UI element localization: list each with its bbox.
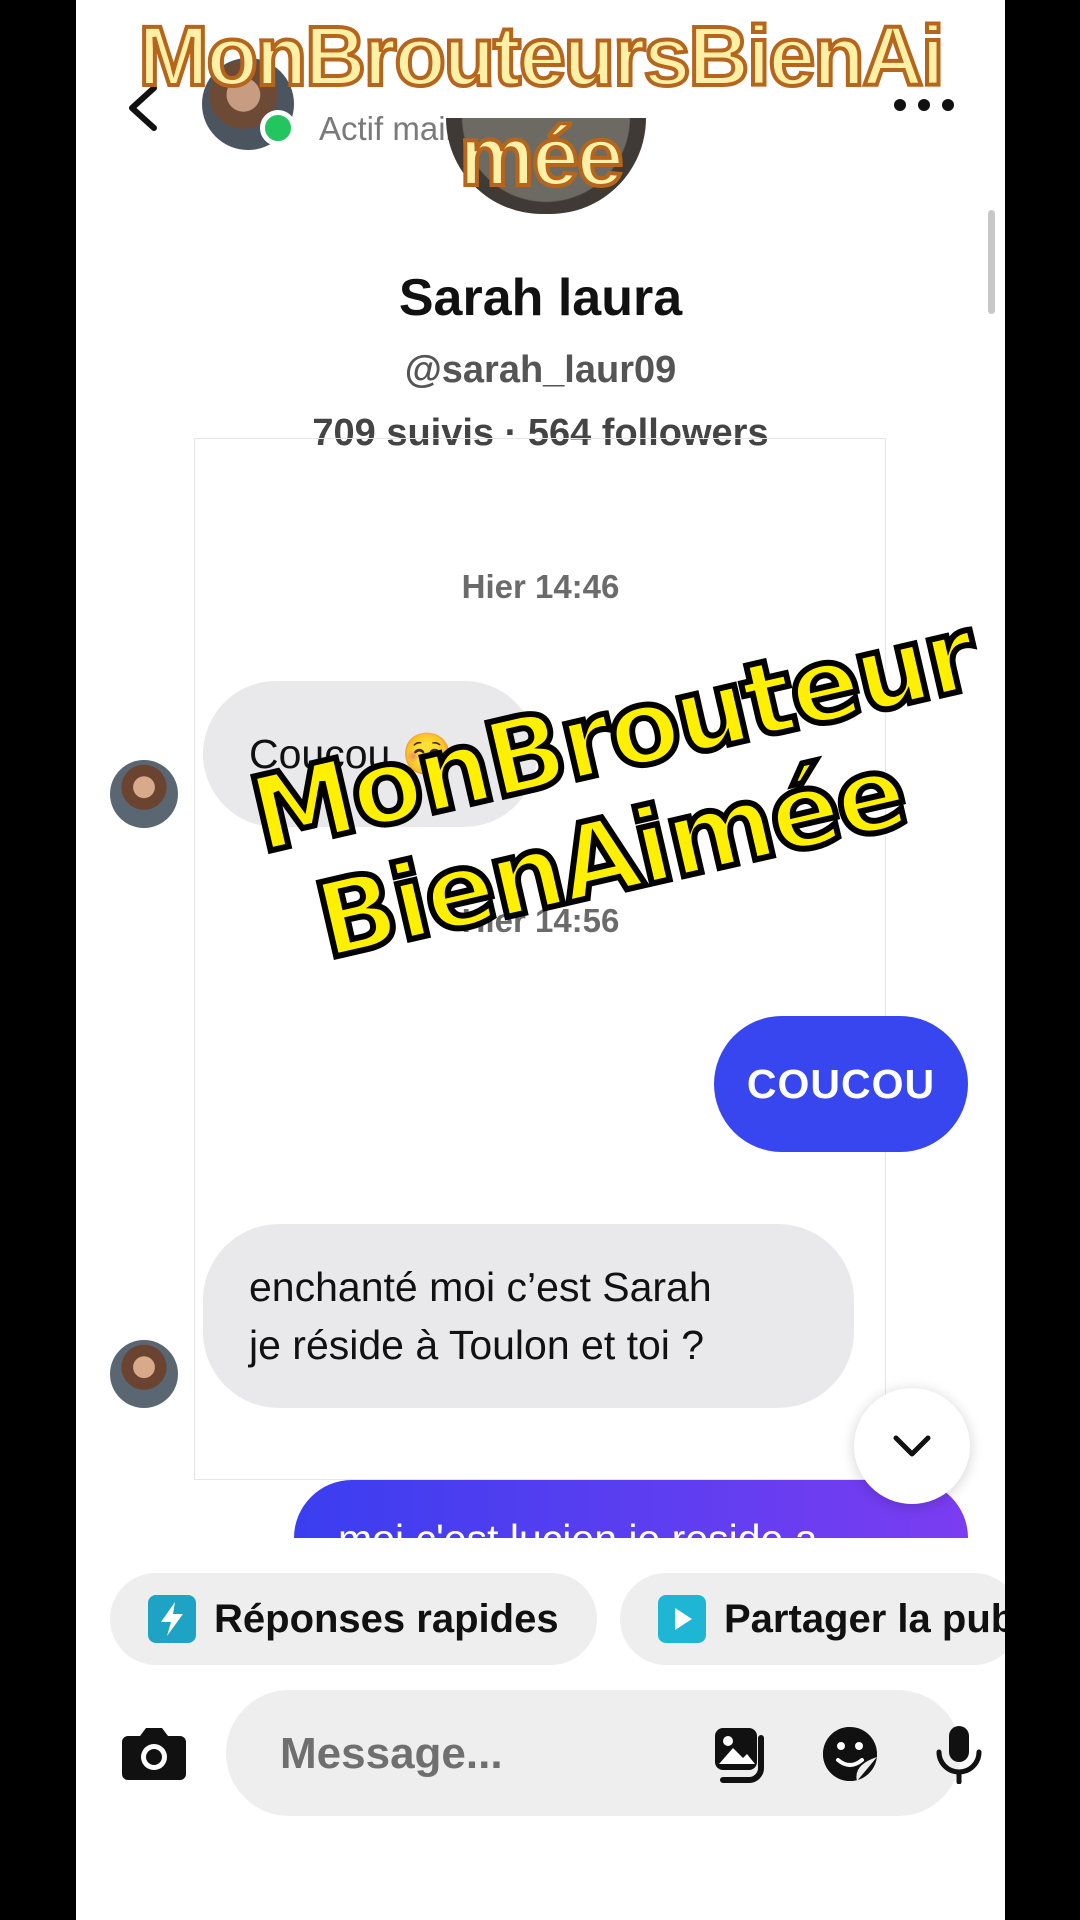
profile-name: Sarah laura	[398, 269, 683, 327]
sender-avatar[interactable]	[110, 1340, 178, 1408]
message-text: moi c'est lucien je reside a	[338, 1516, 818, 1538]
chevron-down-icon	[893, 1435, 931, 1457]
timestamp: Hier 14:46	[461, 568, 620, 605]
camera-icon[interactable]	[120, 1722, 188, 1782]
gallery-icon[interactable]	[711, 1724, 771, 1784]
message-text: COUCOU	[746, 1061, 936, 1107]
scroll-to-bottom-button[interactable]	[854, 1388, 970, 1504]
chip-label: Réponses rapides	[214, 1596, 559, 1641]
chat-screen: Actif maintenant Sarah laura @sarah_laur…	[76, 0, 1005, 1920]
sender-avatar[interactable]	[110, 760, 178, 828]
watermark-top-line: mée	[457, 107, 625, 205]
microphone-icon[interactable]	[929, 1724, 989, 1784]
profile-stats: 709 suivis · 564 followers	[312, 412, 769, 454]
profile-handle: @sarah_laur09	[404, 349, 677, 391]
play-icon	[658, 1595, 706, 1643]
message-bubble-outgoing[interactable]: moi c'est lucien je reside a	[294, 1480, 968, 1538]
share-post-chip[interactable]: Partager la pub	[620, 1573, 1005, 1665]
message-input-container	[226, 1690, 982, 1816]
lightning-icon	[148, 1595, 196, 1643]
chip-label: Partager la pub	[724, 1596, 1005, 1641]
sticker-icon[interactable]	[820, 1724, 880, 1784]
message-bubble-incoming[interactable]: enchanté moi c’est Sarah je réside à Tou…	[203, 1224, 854, 1408]
watermark-top-line: MonBrouteursBienAi	[137, 7, 947, 105]
watermark-top: MonBrouteursBienAi mée	[76, 6, 1005, 206]
message-text-line: je réside à Toulon et toi ?	[249, 1322, 705, 1368]
message-text-line: enchanté moi c’est Sarah	[249, 1264, 712, 1310]
message-bubble-outgoing[interactable]: COUCOU	[714, 1016, 968, 1152]
message-input[interactable]	[278, 1718, 612, 1790]
scrollbar[interactable]	[988, 210, 995, 314]
quick-replies-chip[interactable]: Réponses rapides	[110, 1573, 597, 1665]
